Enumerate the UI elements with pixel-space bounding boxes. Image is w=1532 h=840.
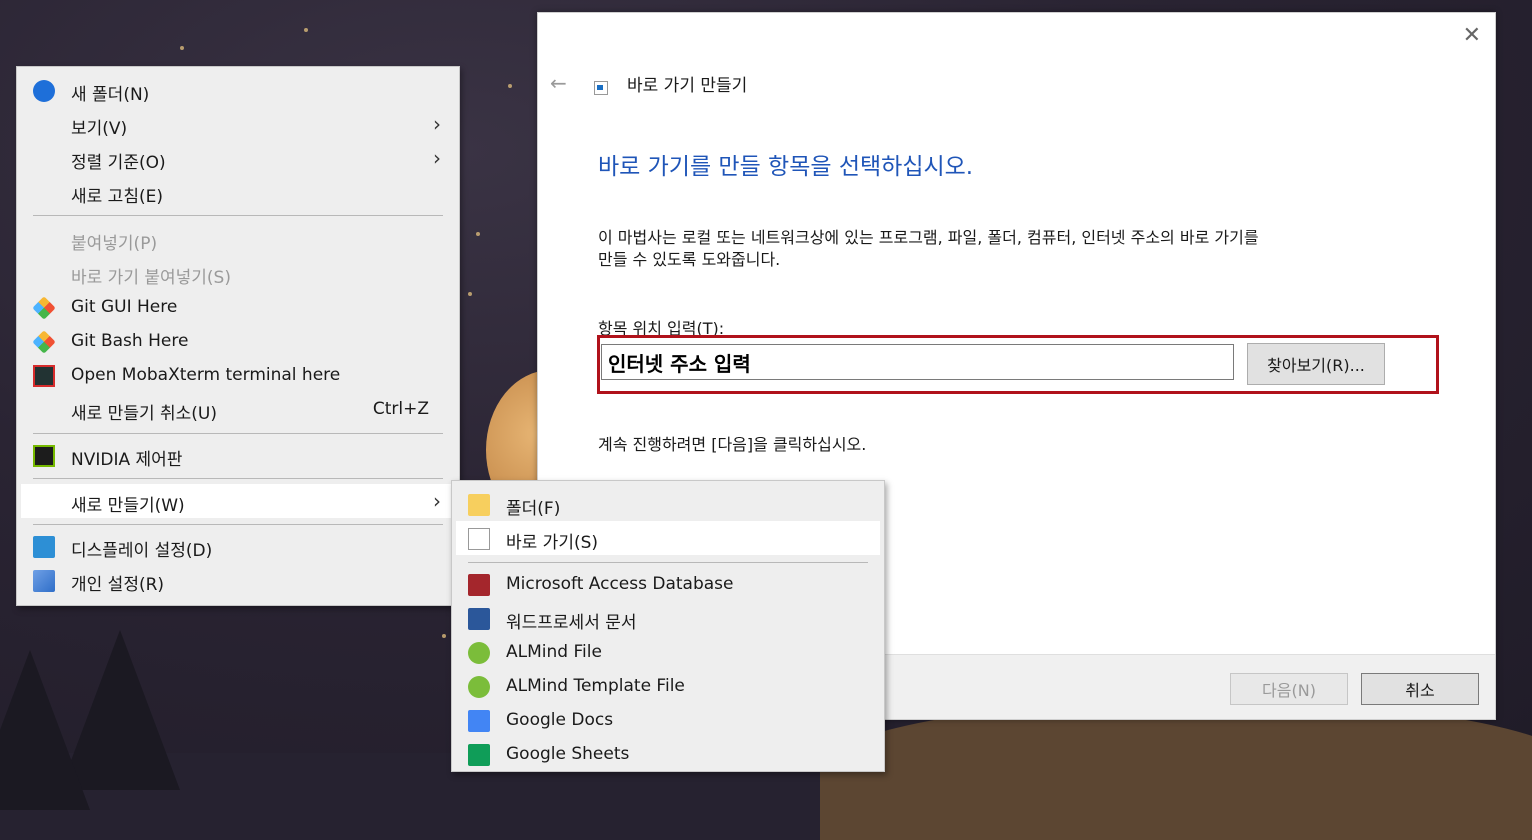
menu-item-sort-by[interactable]: 정렬 기준(O) ›	[21, 141, 455, 175]
shortcut-icon	[594, 81, 608, 95]
submenu-item-almind-template[interactable]: ALMind Template File	[456, 669, 880, 703]
menu-item-label: ALMind Template File	[506, 676, 685, 696]
description-line: 이 마법사는 로컬 또는 네트워크상에 있는 프로그램, 파일, 폴더, 컴퓨터…	[598, 228, 1259, 247]
menu-item-label: 개인 설정(R)	[71, 575, 165, 595]
new-folder-icon	[33, 80, 55, 102]
menu-item-view[interactable]: 보기(V) ›	[21, 107, 455, 141]
menu-item-new[interactable]: 새로 만들기(W) ›	[21, 484, 455, 518]
menu-item-personalize[interactable]: 개인 설정(R)	[21, 563, 455, 597]
submenu-item-access[interactable]: Microsoft Access Database	[456, 567, 880, 601]
menu-item-label: 디스플레이 설정(D)	[71, 541, 213, 561]
back-arrow-icon[interactable]: ←	[550, 71, 567, 95]
menu-item-nvidia[interactable]: NVIDIA 제어판	[21, 438, 455, 472]
menu-item-paste-shortcut[interactable]: 바로 가기 붙여넣기(S)	[21, 256, 455, 290]
star-decoration	[468, 292, 472, 296]
menu-item-label: 새로 만들기(W)	[71, 496, 185, 516]
menu-item-label: 바로 가기(S)	[506, 533, 599, 553]
location-input[interactable]	[601, 344, 1234, 380]
browse-button[interactable]: 찾아보기(R)...	[1247, 343, 1385, 385]
menu-item-label: 정렬 기준(O)	[71, 153, 166, 173]
menu-item-label: 보기(V)	[71, 119, 128, 139]
star-decoration	[476, 232, 480, 236]
next-button[interactable]: 다음(N)	[1230, 673, 1348, 705]
menu-item-mobaxterm[interactable]: Open MobaXterm terminal here	[21, 358, 455, 392]
dialog-description: 이 마법사는 로컬 또는 네트워크상에 있는 프로그램, 파일, 폴더, 컴퓨터…	[598, 227, 1448, 271]
menu-item-undo-new[interactable]: 새로 만들기 취소(U) Ctrl+Z	[21, 392, 455, 426]
menu-item-label: Git GUI Here	[71, 297, 178, 317]
google-docs-icon	[468, 710, 490, 732]
dialog-title: 바로 가기 만들기	[627, 76, 748, 96]
menu-separator	[33, 433, 443, 434]
close-icon[interactable]: ✕	[1463, 23, 1481, 48]
chevron-right-icon: ›	[433, 112, 441, 136]
almind-icon	[468, 676, 490, 698]
dialog-heading: 바로 가기를 만들 항목을 선택하십시오.	[598, 154, 974, 180]
menu-item-label: 새 폴더(N)	[71, 85, 150, 105]
submenu-item-word[interactable]: 워드프로세서 문서	[456, 601, 880, 635]
menu-item-label: Google Docs	[506, 710, 614, 730]
star-decoration	[508, 84, 512, 88]
menu-item-label: Open MobaXterm terminal here	[71, 365, 341, 385]
hill-decoration	[820, 700, 1532, 840]
google-sheets-icon	[468, 744, 490, 766]
menu-item-paste[interactable]: 붙여넣기(P)	[21, 222, 455, 256]
mobaxterm-icon	[33, 365, 55, 387]
word-icon	[468, 608, 490, 630]
desktop-context-menu: 새 폴더(N) 보기(V) › 정렬 기준(O) › 새로 고침(E) 붙여넣기…	[16, 66, 460, 606]
menu-separator	[468, 562, 868, 563]
submenu-item-folder[interactable]: 폴더(F)	[456, 487, 880, 521]
cancel-button[interactable]: 취소	[1361, 673, 1479, 705]
menu-item-shortcut: Ctrl+Z	[372, 399, 429, 419]
menu-item-label: 새로 만들기 취소(U)	[71, 404, 217, 424]
menu-item-label: 붙여넣기(P)	[71, 234, 158, 254]
menu-item-git-gui[interactable]: Git GUI Here	[21, 290, 455, 324]
menu-item-label: Google Sheets	[506, 744, 630, 764]
star-decoration	[304, 28, 308, 32]
almind-icon	[468, 642, 490, 664]
git-icon	[32, 296, 56, 320]
menu-item-label: 새로 고침(E)	[71, 187, 163, 207]
access-icon	[468, 574, 490, 596]
menu-item-label: NVIDIA 제어판	[71, 450, 183, 470]
menu-separator	[33, 215, 443, 216]
submenu-item-google-docs[interactable]: Google Docs	[456, 703, 880, 737]
menu-item-label: ALMind File	[506, 642, 602, 662]
menu-separator	[33, 524, 443, 525]
submenu-item-shortcut[interactable]: 바로 가기(S)	[456, 521, 880, 555]
menu-item-label: Microsoft Access Database	[506, 574, 734, 594]
description-line: 만들 수 있도록 도와줍니다.	[598, 250, 781, 269]
display-icon	[33, 536, 55, 558]
star-decoration	[180, 46, 184, 50]
folder-icon	[468, 494, 490, 516]
menu-item-label: 바로 가기 붙여넣기(S)	[71, 268, 231, 288]
menu-separator	[33, 478, 443, 479]
new-submenu: 폴더(F) 바로 가기(S) Microsoft Access Database…	[451, 480, 885, 772]
menu-item-label: Git Bash Here	[71, 331, 189, 351]
submenu-item-almind[interactable]: ALMind File	[456, 635, 880, 669]
instruction-text: 계속 진행하려면 [다음]을 클릭하십시오.	[598, 435, 867, 454]
menu-item-display-settings[interactable]: 디스플레이 설정(D)	[21, 529, 455, 563]
shortcut-icon	[468, 528, 490, 550]
menu-item-new-folder[interactable]: 새 폴더(N)	[21, 73, 455, 107]
chevron-right-icon: ›	[433, 146, 441, 170]
menu-item-label: 워드프로세서 문서	[506, 613, 637, 633]
star-decoration	[442, 634, 446, 638]
nvidia-icon	[33, 445, 55, 467]
submenu-item-google-sheets[interactable]: Google Sheets	[456, 737, 880, 771]
menu-item-git-bash[interactable]: Git Bash Here	[21, 324, 455, 358]
chevron-right-icon: ›	[433, 489, 441, 513]
personalize-icon	[33, 570, 55, 592]
tree-decoration	[0, 650, 90, 810]
menu-item-refresh[interactable]: 새로 고침(E)	[21, 175, 455, 209]
git-icon	[32, 330, 56, 354]
menu-item-label: 폴더(F)	[506, 499, 561, 519]
